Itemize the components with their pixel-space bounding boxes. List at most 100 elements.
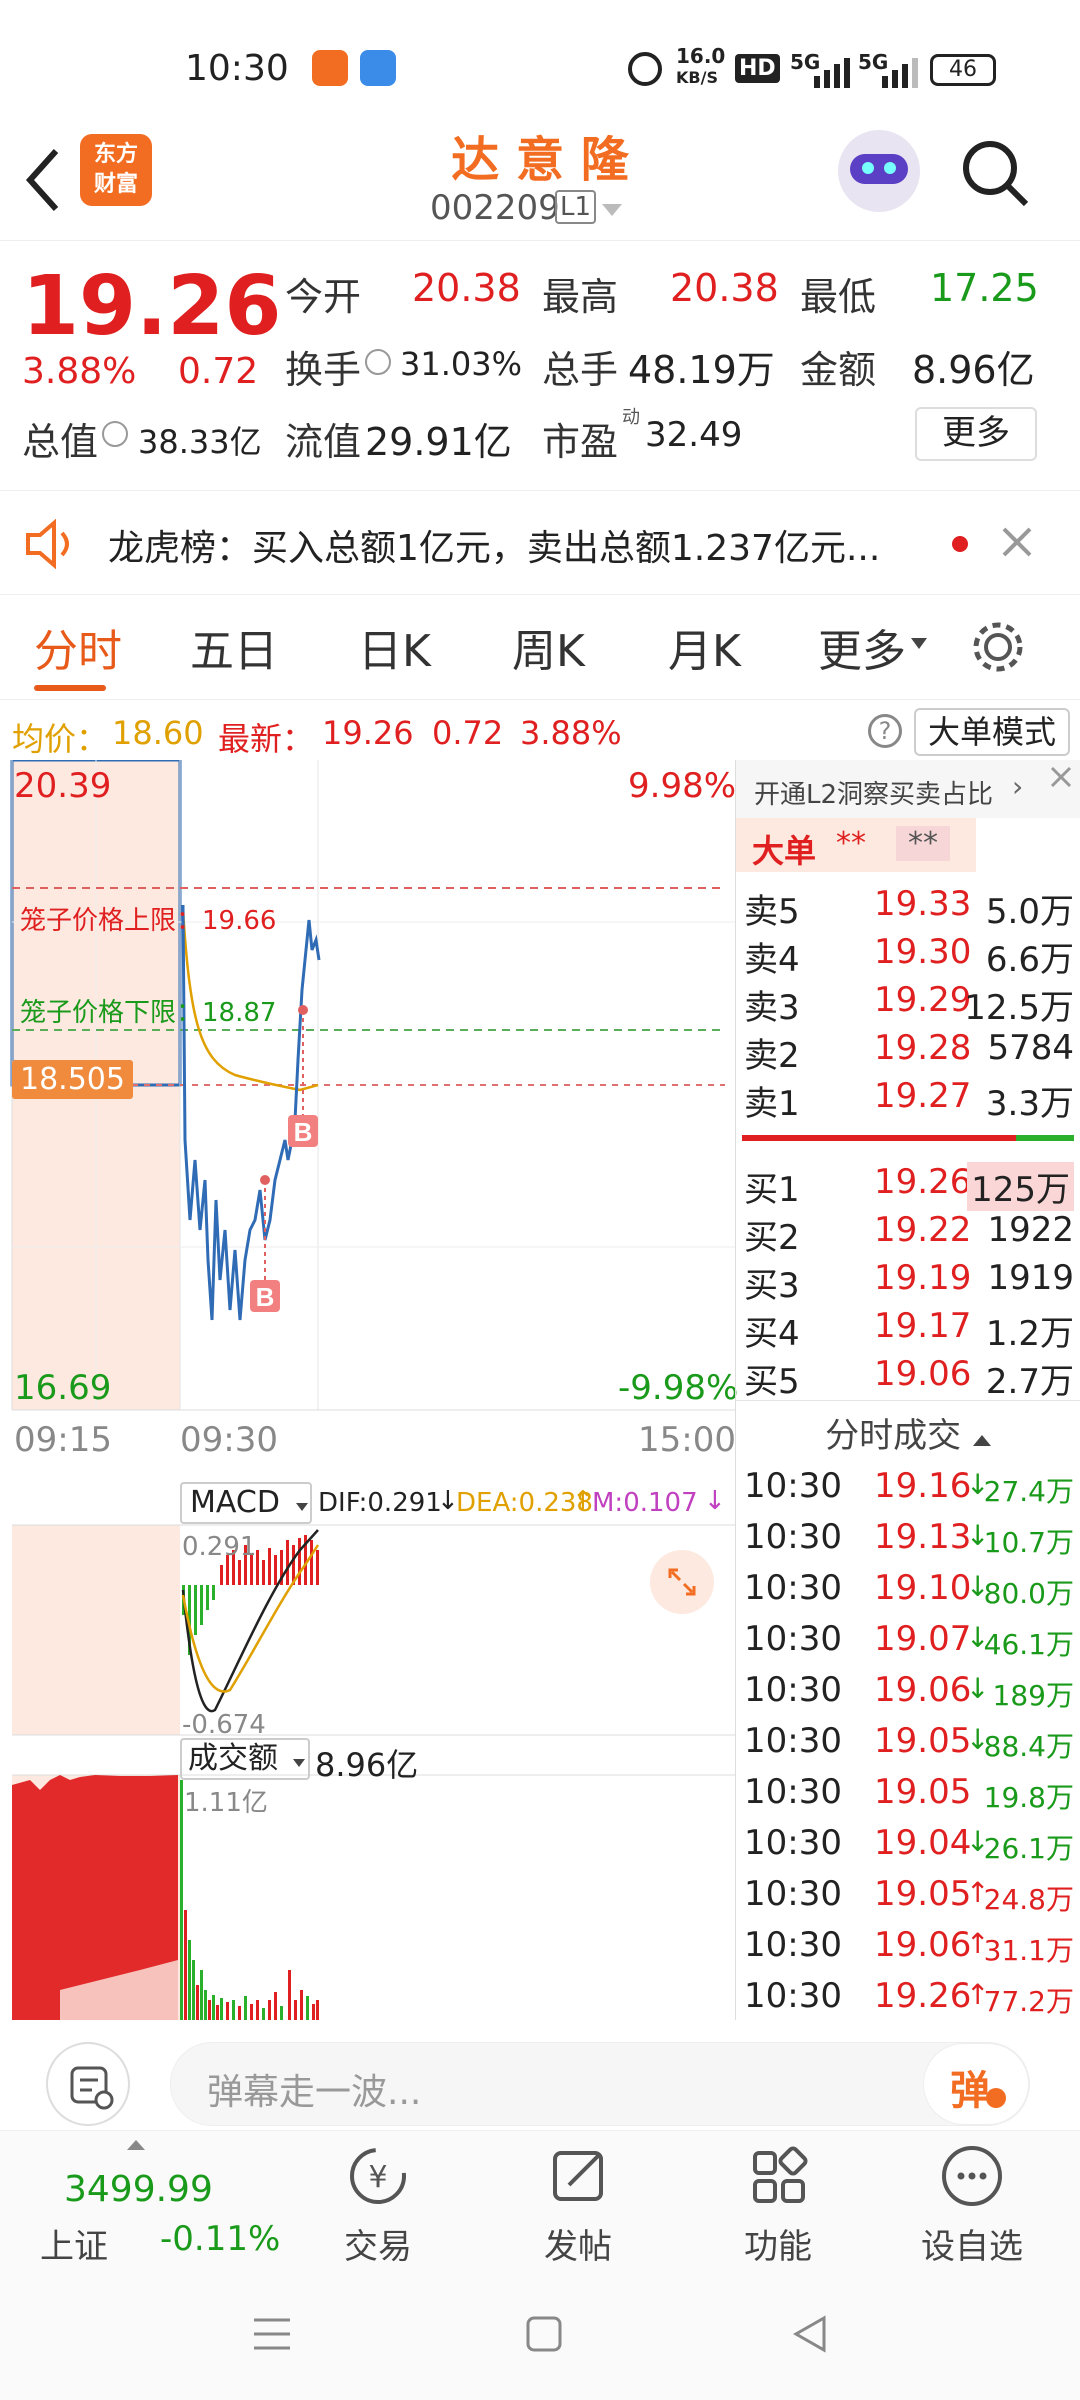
danmu-bar: 弹幕走一波... 弹 — [0, 2020, 1080, 2130]
ask-row-1[interactable]: 卖1 19.27 3.3万 — [744, 1072, 1074, 1124]
trade-row: 10:30 19.13 ↓ 10.7万 — [744, 1513, 1074, 1565]
trade-price: 19.16 — [874, 1466, 972, 1506]
macd-selector[interactable]: MACD — [180, 1482, 312, 1524]
index-change[interactable]: -0.11% — [160, 2219, 280, 2259]
volume-value: 48.19万 — [628, 348, 775, 392]
tab-daily-k[interactable]: 日K — [358, 615, 431, 679]
bottom-nav: 3499.99 上证 -0.11% ¥ 交易 发帖 功能 设自选 — [0, 2130, 1080, 2270]
bid-row-1[interactable]: 买1 19.26 125万 — [744, 1158, 1074, 1211]
net-speed: 16.0 — [676, 44, 726, 68]
expand-button[interactable] — [650, 1550, 714, 1614]
trade-row: 10:30 19.05 ↓ 88.4万 — [744, 1717, 1074, 1769]
more-button[interactable]: 更多 — [915, 407, 1037, 461]
ask-label: 卖4 — [744, 940, 800, 980]
cage-lower-label: 笼子价格下限：18.87 — [20, 998, 277, 1028]
danmu-send-button[interactable]: 弹 — [923, 2043, 1029, 2125]
intraday-chart-area[interactable]: B B 20.39 9.98% 笼子价格上限：19.66 笼子价格下限：18.8… — [0, 760, 738, 2020]
l2-banner-text: 开通L2洞察买卖占比 — [754, 780, 994, 810]
trade-price: 19.05 — [874, 1874, 972, 1914]
caret-down-icon — [292, 1759, 305, 1767]
ask-row-5[interactable]: 卖5 19.33 5.0万 — [744, 880, 1074, 932]
mktcap-value: 38.33亿 — [138, 423, 262, 461]
gear-icon[interactable] — [968, 617, 1028, 677]
info-icon[interactable] — [365, 349, 391, 375]
bid-row-5[interactable]: 买5 19.06 2.7万 — [744, 1350, 1074, 1402]
nav-functions-label: 功能 — [744, 2227, 812, 2267]
big-order-mask-2: ** — [896, 826, 950, 861]
bid-price: 19.26 — [874, 1162, 972, 1202]
l2-banner[interactable]: 开通L2洞察买卖占比 › — [736, 760, 1080, 818]
close-icon[interactable] — [1000, 525, 1034, 559]
close-icon[interactable] — [1046, 762, 1076, 792]
danmu-input[interactable]: 弹幕走一波... 弹 — [170, 2042, 1030, 2126]
brand-logo[interactable]: 东方 财富 — [80, 134, 152, 206]
y-axis-bottom: 16.69 — [14, 1368, 112, 1408]
bid-row-2[interactable]: 买2 19.22 1922 — [744, 1206, 1074, 1258]
notice-text: 龙虎榜：买入总额1亿元，卖出总额1.237亿元... — [108, 528, 881, 569]
big-order-row: 大单 ** ** — [736, 818, 976, 872]
nav-post-label: 发帖 — [544, 2227, 612, 2267]
caret-down-icon[interactable] — [600, 202, 624, 218]
volume-label: 总手 — [542, 348, 619, 392]
trade-yen-icon: ¥ — [350, 2148, 406, 2204]
open-label: 今开 — [285, 275, 362, 319]
nav-add-watchlist[interactable]: 设自选 — [902, 2141, 1042, 2268]
bid-price: 19.17 — [874, 1306, 972, 1346]
bid-row-4[interactable]: 买4 19.17 1.2万 — [744, 1302, 1074, 1354]
net-speed-unit: KB/S — [676, 68, 718, 87]
buy-marker-1-label: B — [256, 1282, 275, 1312]
trades-header[interactable]: 分时成交 — [736, 1408, 1080, 1460]
danmu-settings-button[interactable] — [46, 2042, 130, 2126]
notice-bar[interactable]: 龙虎榜：买入总额1亿元，卖出总额1.237亿元... — [0, 490, 1080, 595]
mid-price-tag: 18.505 — [12, 1060, 133, 1099]
chevron-left-icon[interactable] — [22, 145, 62, 215]
menu-icon[interactable] — [252, 2314, 292, 2354]
edit-icon — [553, 2151, 603, 2201]
trade-time: 10:30 — [744, 1874, 842, 1914]
stock-name[interactable]: 达 意 隆 — [330, 120, 750, 190]
home-icon[interactable] — [524, 2314, 564, 2354]
hd-icon: HD — [735, 54, 780, 83]
tab-weekly-k[interactable]: 周K — [512, 615, 585, 679]
big-order-mode-button[interactable]: 大单模式 — [914, 708, 1070, 756]
trade-price: 19.26 — [874, 1976, 972, 2016]
bid-row-3[interactable]: 买3 19.19 1919 — [744, 1254, 1074, 1306]
high-value: 20.38 — [670, 266, 779, 310]
index-value[interactable]: 3499.99 — [64, 2169, 213, 2210]
ask-row-2[interactable]: 卖2 19.28 5784 — [744, 1024, 1074, 1076]
buy-marker-2-label: B — [294, 1117, 313, 1147]
change-amt: 0.72 — [178, 351, 259, 392]
nav-trade[interactable]: ¥ 交易 — [308, 2141, 448, 2268]
trade-row: 10:30 19.06 ↓ 189万 — [744, 1666, 1074, 1718]
help-icon[interactable]: ? — [868, 714, 902, 748]
tab-intraday[interactable]: 分时 — [34, 615, 122, 679]
change-pct: 3.88% — [22, 351, 137, 392]
danmu-settings-icon — [70, 2066, 114, 2110]
nav-post[interactable]: 发帖 — [508, 2141, 648, 2268]
pe-dynamic-sup: 动 — [622, 407, 640, 428]
bid-label: 买5 — [744, 1362, 800, 1402]
float-label: 流值 — [285, 420, 362, 464]
pe-value: 32.49 — [645, 415, 743, 455]
info-icon-2[interactable] — [102, 421, 128, 447]
ask-label: 卖3 — [744, 988, 800, 1028]
ask-row-4[interactable]: 卖4 19.30 6.6万 — [744, 928, 1074, 980]
trade-price: 19.07 — [874, 1619, 972, 1659]
tab-more[interactable]: 更多 — [818, 615, 906, 679]
trade-row: 10:30 19.06 ↑ 31.1万 — [744, 1921, 1074, 1973]
volume-label: 成交额 — [188, 1741, 278, 1776]
trade-price: 19.06 — [874, 1925, 972, 1965]
nav-functions[interactable]: 功能 — [708, 2141, 848, 2268]
tab-five-day[interactable]: 五日 — [190, 615, 278, 679]
robot-avatar[interactable] — [838, 130, 920, 212]
tab-monthly-k[interactable]: 月K — [668, 615, 741, 679]
ask-row-3[interactable]: 卖3 19.29 12.5万 — [744, 976, 1074, 1028]
caret-up-icon[interactable] — [126, 2139, 146, 2151]
trade-price: 19.13 — [874, 1517, 972, 1557]
volume-selector[interactable]: 成交额 — [180, 1738, 310, 1780]
index-name[interactable]: 上证 — [40, 2219, 108, 2268]
open-value: 20.38 — [412, 266, 521, 310]
back-icon[interactable] — [790, 2314, 830, 2354]
dif-value: DIF:0.291 — [318, 1488, 442, 1518]
search-icon[interactable] — [960, 138, 1030, 208]
